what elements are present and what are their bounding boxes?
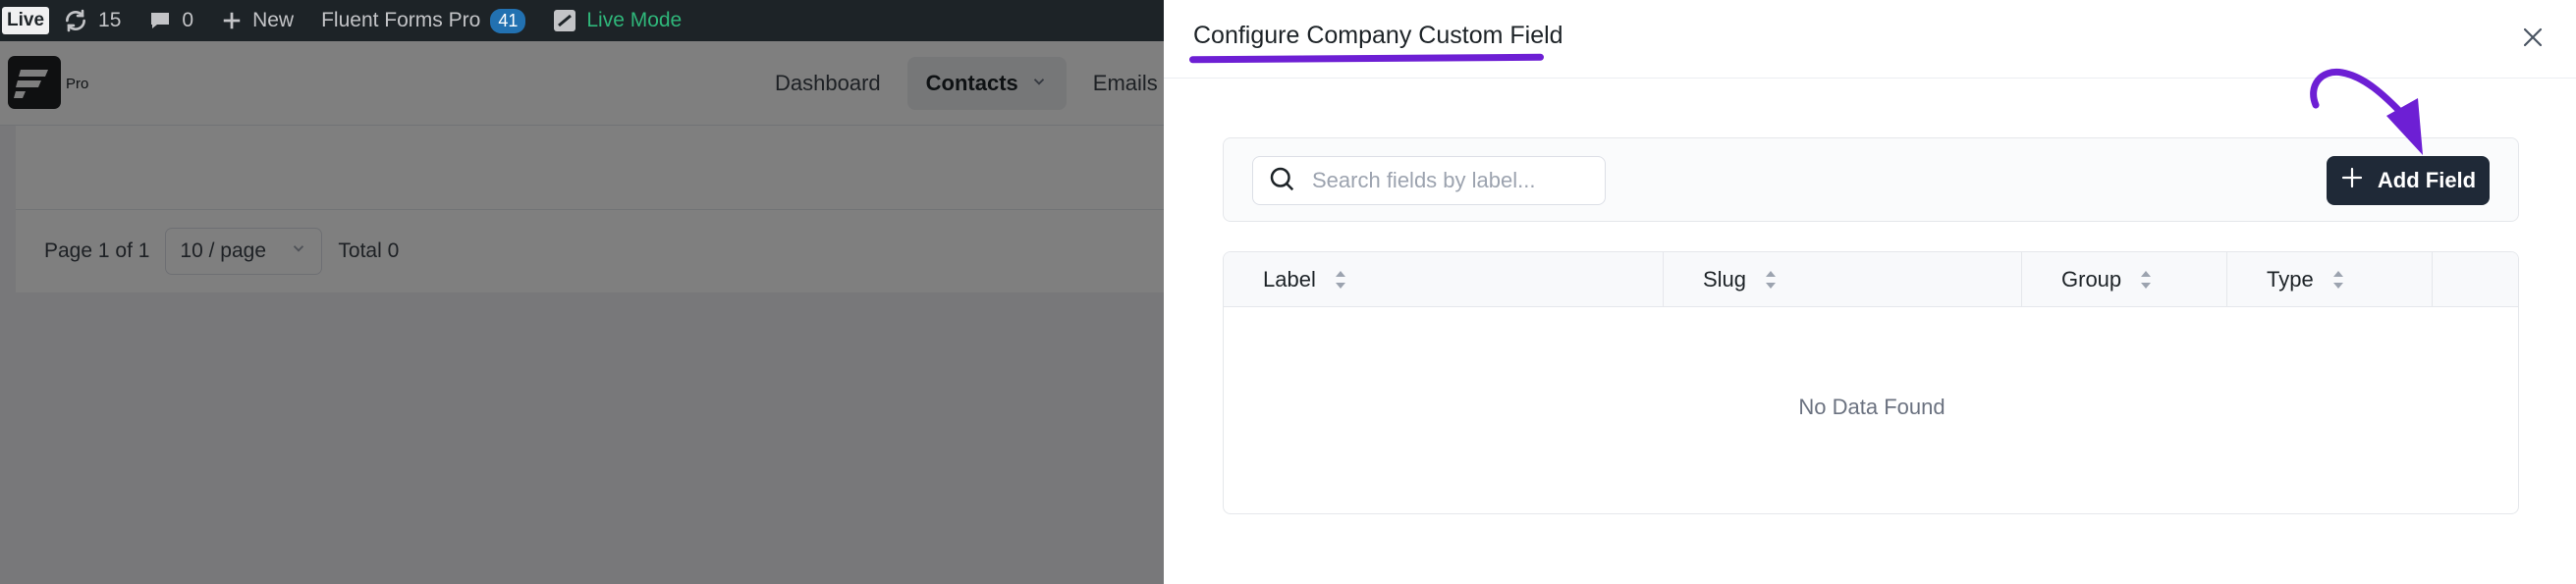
stripe-icon (553, 9, 576, 32)
title-underline-annotation (1188, 53, 1545, 64)
column-label[interactable]: Label (1224, 252, 1664, 307)
updates-item[interactable]: 15 (49, 0, 135, 41)
sort-icon[interactable] (2139, 269, 2153, 291)
search-icon (1267, 164, 1296, 198)
sort-icon[interactable] (1764, 269, 1778, 291)
close-button[interactable] (2515, 22, 2550, 57)
empty-state: No Data Found (1798, 395, 1946, 419)
new-label: New (252, 9, 295, 31)
new-content-item[interactable]: New (207, 0, 307, 41)
live-badge-item[interactable]: Live (0, 0, 50, 41)
add-field-button[interactable]: Add Field (2327, 156, 2490, 205)
live-mode-label: Live Mode (586, 9, 683, 31)
plugin-name: Fluent Forms Pro (321, 9, 481, 31)
fields-table: Label Slug Group Type No Data Found (1223, 251, 2519, 514)
plus-icon (221, 10, 243, 31)
table-header: Label Slug Group Type (1224, 252, 2518, 307)
live-badge: Live (2, 7, 50, 34)
column-type-text: Type (2267, 267, 2314, 292)
column-slug-text: Slug (1703, 267, 1747, 292)
plugin-count-badge: 41 (490, 8, 526, 33)
drawer-title: Configure Company Custom Field (1193, 22, 1563, 49)
search-box[interactable] (1252, 156, 1606, 205)
comment-icon (148, 9, 172, 32)
sort-icon[interactable] (1334, 269, 1347, 291)
column-group[interactable]: Group (2022, 252, 2227, 307)
search-input[interactable] (1312, 168, 1597, 193)
fluent-forms-item[interactable]: Fluent Forms Pro 41 (307, 0, 539, 41)
comments-item[interactable]: 0 (135, 0, 207, 41)
custom-field-drawer: Configure Company Custom Field Add Field… (1164, 0, 2576, 584)
updates-count: 15 (98, 9, 122, 31)
close-icon (2521, 26, 2545, 54)
comments-count: 0 (182, 9, 194, 31)
column-type[interactable]: Type (2227, 252, 2433, 307)
refresh-icon (63, 8, 88, 33)
column-actions (2433, 252, 2518, 307)
sort-icon[interactable] (2331, 269, 2345, 291)
plus-icon (2340, 166, 2364, 195)
search-toolbar: Add Field (1223, 137, 2519, 222)
column-group-text: Group (2061, 267, 2122, 292)
column-label-text: Label (1263, 267, 1316, 292)
column-slug[interactable]: Slug (1664, 252, 2022, 307)
add-field-label: Add Field (2377, 168, 2477, 192)
live-mode-item[interactable]: Live Mode (539, 0, 695, 41)
drawer-header: Configure Company Custom Field (1164, 0, 2576, 79)
